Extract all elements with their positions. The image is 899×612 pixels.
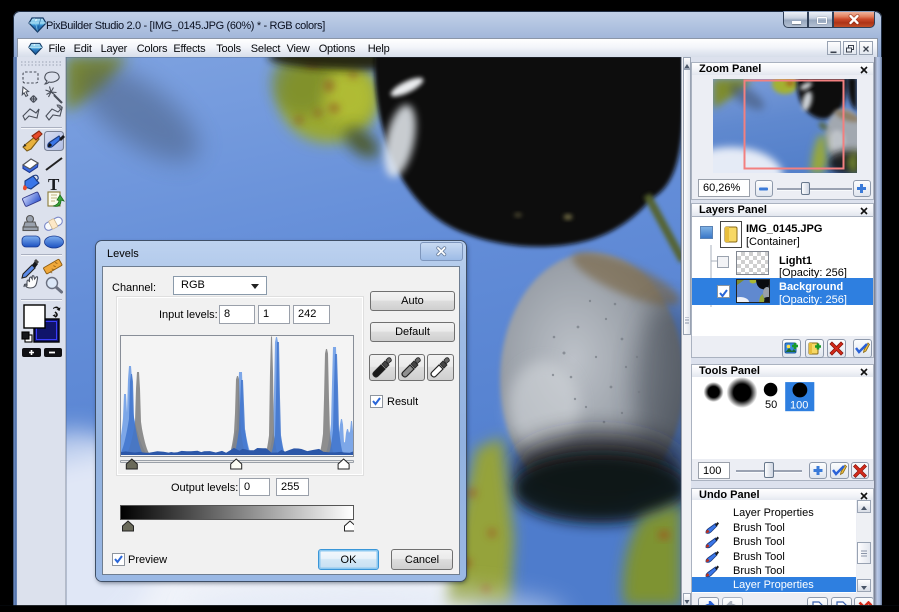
svg-text:100: 100 <box>790 400 808 412</box>
svg-text:50: 50 <box>765 399 777 411</box>
svg-text:T: T <box>48 175 60 194</box>
